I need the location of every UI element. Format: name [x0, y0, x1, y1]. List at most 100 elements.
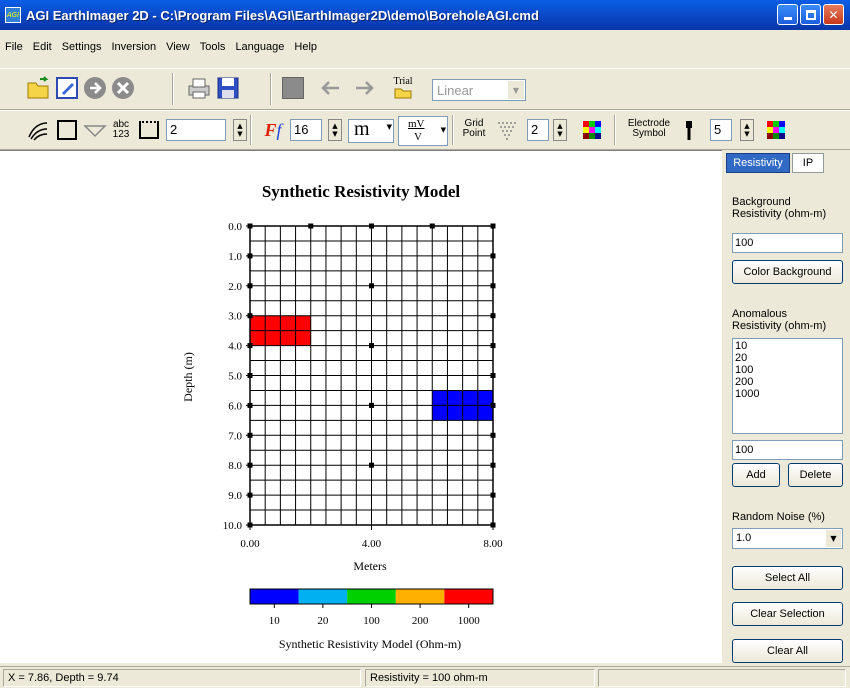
grid-point-style-button[interactable]: [494, 117, 520, 143]
electrode-symbol-button[interactable]: [676, 117, 702, 143]
mv-select[interactable]: mV V ▼: [398, 116, 448, 146]
tab-resistivity[interactable]: Resistivity: [726, 153, 790, 173]
electrode-marker: [369, 283, 374, 289]
list-item[interactable]: 1000: [735, 388, 842, 400]
menu-inversion[interactable]: Inversion: [106, 41, 161, 59]
x-axis-label: Meters: [353, 559, 387, 573]
open-button[interactable]: [26, 75, 52, 101]
grid-size-spinner[interactable]: 2: [527, 119, 549, 141]
trial-button[interactable]: Trial: [390, 75, 416, 101]
plot-title: Synthetic Resistivity Model: [262, 182, 461, 201]
minimize-icon: [783, 17, 792, 20]
close-circle-icon: [112, 77, 134, 99]
list-item[interactable]: 20: [735, 352, 842, 364]
print-button[interactable]: [186, 75, 212, 101]
arrow-right-circle-icon: [84, 77, 106, 99]
text-number-button[interactable]: abc 123: [108, 117, 134, 143]
electrode-marker: [490, 283, 496, 289]
window-title: AGI EarthImager 2D - C:\Program Files\AG…: [26, 7, 539, 23]
add-button[interactable]: Add: [732, 463, 780, 487]
triangle-icon: [83, 125, 107, 138]
anomalous-resistivity-label: Anomalous Resistivity (ohm-m): [732, 308, 826, 332]
title-bar[interactable]: AGI AGI EarthImager 2D - C:\Program File…: [0, 0, 850, 30]
mode-select-value: Linear: [437, 83, 474, 98]
back-button[interactable]: [317, 75, 343, 101]
electrode-marker: [490, 373, 496, 378]
triangle-button[interactable]: [82, 117, 108, 143]
color-bar-label: 10: [269, 615, 281, 627]
electrode-marker: [490, 432, 496, 438]
electrode-marker: [429, 223, 435, 229]
electrode-size-value: 5: [714, 122, 722, 137]
y-tick-label: 6.0: [228, 400, 242, 412]
close-button[interactable]: ✕: [823, 4, 844, 25]
electrode-marker: [369, 343, 374, 349]
menu-edit[interactable]: Edit: [28, 41, 57, 59]
grid-lines: [249, 225, 494, 526]
spin-up-icon: ▲: [744, 122, 750, 130]
electrode-size-stepper[interactable]: ▲ ▼: [740, 119, 754, 141]
font-size-spinner[interactable]: 16: [290, 119, 322, 141]
x-tick-label: 0.00: [240, 538, 260, 550]
menu-view[interactable]: View: [161, 41, 195, 59]
menu-help[interactable]: Help: [289, 41, 322, 59]
select-all-button[interactable]: Select All: [732, 566, 843, 590]
list-item[interactable]: 200: [735, 376, 842, 388]
y-tick-label: 0.0: [228, 221, 242, 233]
random-noise-label: Random Noise (%): [732, 511, 825, 523]
main-toolbar: Trial Linear ▼: [0, 68, 850, 110]
frame-button[interactable]: [54, 117, 80, 143]
electrode-marker: [490, 343, 496, 349]
background-resistivity-label: Background Resistivity (ohm-m): [732, 196, 826, 220]
delete-button[interactable]: Delete: [788, 463, 843, 487]
color-bar-label: 20: [317, 615, 329, 627]
resistivity-model-plot[interactable]: Synthetic Resistivity Model 0.0 1.0 2.0 3.0…: [0, 151, 722, 664]
line-width-stepper[interactable]: ▲ ▼: [233, 119, 247, 141]
color-background-button[interactable]: Color Background: [732, 260, 843, 284]
grid-color-button[interactable]: [579, 117, 605, 143]
unit-select[interactable]: m ▼: [348, 118, 394, 143]
toolbar-separator: [250, 115, 252, 145]
forward-button[interactable]: [352, 75, 378, 101]
electrode-symbol-label: Electrode Symbol: [622, 119, 676, 139]
contour-button[interactable]: [25, 117, 51, 143]
font-button[interactable]: Ff: [260, 117, 286, 143]
stop-square-button[interactable]: [280, 75, 306, 101]
stop-button[interactable]: [110, 75, 136, 101]
mode-select[interactable]: Linear ▼: [432, 79, 526, 101]
background-resistivity-input[interactable]: 100: [732, 233, 843, 253]
grid-size-stepper[interactable]: ▲ ▼: [553, 119, 567, 141]
electrode-marker: [308, 223, 314, 229]
tab-ip[interactable]: IP: [792, 153, 824, 173]
line-width-spinner[interactable]: 2: [166, 119, 226, 141]
anomalous-resistivity-list[interactable]: 10 20 100 200 1000: [732, 338, 843, 434]
electrode-size-spinner[interactable]: 5: [710, 119, 732, 141]
clear-selection-button[interactable]: Clear Selection: [732, 602, 843, 626]
list-item[interactable]: 10: [735, 340, 842, 352]
edit-file-button[interactable]: [54, 75, 80, 101]
y-tick-label: 2.0: [228, 281, 242, 293]
menu-bar: File Edit Settings Inversion View Tools …: [0, 41, 322, 59]
font-size-stepper[interactable]: ▲ ▼: [328, 119, 342, 141]
menu-tools[interactable]: Tools: [195, 41, 231, 59]
random-noise-select[interactable]: 1.0 ▼: [732, 528, 843, 549]
printer-icon: [188, 78, 210, 99]
y-tick-label: 8.0: [228, 460, 242, 472]
line-style-button[interactable]: [136, 117, 162, 143]
electrode-pin-icon: [686, 121, 692, 140]
model-canvas[interactable]: Synthetic Resistivity Model 0.0 1.0 2.0 3.0…: [0, 150, 722, 663]
save-button[interactable]: [215, 75, 241, 101]
y-tick-label: 4.0: [228, 341, 242, 353]
minimize-button[interactable]: [777, 4, 798, 25]
list-item[interactable]: 100: [735, 364, 842, 376]
color-bar-swatch: [250, 589, 299, 604]
maximize-button[interactable]: [800, 4, 821, 25]
anomalous-resistivity-input[interactable]: 100: [732, 440, 843, 460]
menu-language[interactable]: Language: [230, 41, 289, 59]
run-button[interactable]: [82, 75, 108, 101]
menu-file[interactable]: File: [0, 41, 28, 59]
menu-settings[interactable]: Settings: [57, 41, 107, 59]
clear-all-button[interactable]: Clear All: [732, 639, 843, 663]
electrode-color-button[interactable]: [763, 117, 789, 143]
y-tick-label: 5.0: [228, 371, 242, 383]
